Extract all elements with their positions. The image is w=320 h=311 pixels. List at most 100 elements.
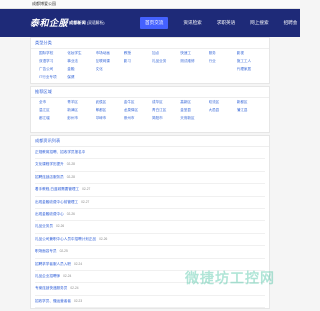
list-item[interactable]: 着手教程,白蓝城需要管理工 02-27 xyxy=(35,184,265,197)
region-link[interactable]: 武侯区 xyxy=(96,99,124,106)
nav-item-home[interactable]: 首页交流 xyxy=(140,17,169,29)
site-subtitle: 成都新闻 (双语解析) xyxy=(69,20,105,26)
news-title: 礼品公司兼职中心人员中招聘计划正品 xyxy=(35,236,97,241)
region-link[interactable] xyxy=(39,123,67,130)
category-link[interactable]: 教授 xyxy=(124,50,152,57)
region-link[interactable]: 成华区 xyxy=(152,99,180,106)
region-link[interactable]: 都江堰 xyxy=(39,115,67,122)
region-link[interactable] xyxy=(209,123,237,130)
category-link[interactable] xyxy=(180,66,208,73)
region-link[interactable]: 天府新区 xyxy=(180,115,208,122)
nav-item-jobfair[interactable]: 招聘会 xyxy=(284,20,298,26)
nav-item-online[interactable]: 网上搜索 xyxy=(250,20,268,26)
main-nav: 首页交流 资讯检索 求职英语 网上搜索 招聘会 xyxy=(140,9,312,37)
category-link[interactable] xyxy=(124,74,152,81)
category-link[interactable]: 快速工 xyxy=(180,50,208,57)
category-link[interactable]: 国际学校 xyxy=(39,50,67,57)
region-link[interactable]: 金牛区 xyxy=(124,99,152,106)
region-link[interactable] xyxy=(237,123,265,130)
region-section-title: 推荐区域 xyxy=(31,87,269,98)
region-link[interactable]: 彭州市 xyxy=(67,115,95,122)
region-link[interactable]: 金堂县 xyxy=(180,107,208,114)
category-link[interactable]: 礼品业务 xyxy=(152,58,180,65)
region-link[interactable]: 蒲江县 xyxy=(237,107,265,114)
news-title: 招聘连锁店服务员 xyxy=(35,174,64,179)
category-link[interactable]: 代理家居 xyxy=(237,66,265,73)
region-link[interactable]: 青羊区 xyxy=(67,99,95,106)
nav-item-search[interactable]: 资讯检索 xyxy=(183,20,201,26)
category-link[interactable]: 测试维修 xyxy=(180,58,208,65)
region-link[interactable]: 崇州市 xyxy=(124,115,152,122)
site-subtitle-bold: 成都新闻 xyxy=(69,20,86,25)
news-title: 出现金融收费中心 xyxy=(35,211,64,216)
category-link[interactable] xyxy=(96,74,124,81)
news-title: 正规教育招聘、招收学员报名中 xyxy=(35,150,86,154)
category-link[interactable]: 影视 xyxy=(237,50,265,57)
category-link[interactable]: 行业 xyxy=(209,58,237,65)
region-link[interactable]: 简阳市 xyxy=(152,115,180,122)
news-title: 招收学员、懂运营者者 xyxy=(35,298,71,303)
news-date: 02-24 xyxy=(70,286,79,291)
list-item[interactable]: 礼品公司兼职中心人员中招聘计划正品 02-26 xyxy=(35,234,265,247)
watermark-logo: 微捷坊工控网 xyxy=(185,271,275,287)
region-link[interactable]: 双流区 xyxy=(209,99,237,106)
list-item[interactable]: 职场面容专员 02-25 xyxy=(35,246,265,259)
region-link[interactable]: 新津区 xyxy=(67,107,95,114)
category-link[interactable] xyxy=(152,66,180,73)
category-link[interactable]: 广告公司 xyxy=(39,66,67,73)
category-link[interactable]: 金融 xyxy=(67,66,95,73)
category-link[interactable]: 市场动画 xyxy=(96,50,124,57)
region-link[interactable]: 高新区 xyxy=(180,99,208,106)
news-section-title: 成都资讯列表 xyxy=(31,136,269,147)
list-item[interactable]: 正规教育招聘、招收学员报名中 xyxy=(35,147,265,160)
nav-item-english[interactable]: 求职英语 xyxy=(217,20,235,26)
news-date: 02-25 xyxy=(59,249,68,254)
category-link[interactable] xyxy=(209,66,237,73)
region-link[interactable]: 邛崃市 xyxy=(96,115,124,122)
category-link[interactable] xyxy=(152,74,180,81)
category-link[interactable]: 文化 xyxy=(96,66,124,73)
category-link[interactable]: 施工工人 xyxy=(237,58,265,65)
region-link[interactable] xyxy=(152,123,180,130)
category-link[interactable] xyxy=(180,74,208,81)
region-link[interactable]: 大邑县 xyxy=(209,107,237,114)
category-link[interactable]: 加点 xyxy=(152,50,180,57)
category-link[interactable]: 保健 xyxy=(67,74,95,81)
category-link[interactable]: 服务 xyxy=(209,50,237,57)
list-item[interactable]: 招聘连锁店服务员 02-28 xyxy=(35,172,265,185)
news-title: 招聘求学者服人员入职 xyxy=(35,261,71,266)
category-link[interactable] xyxy=(209,74,237,81)
region-link[interactable] xyxy=(96,123,124,130)
region-link[interactable]: 新都区 xyxy=(237,99,265,106)
list-item[interactable]: 招收学员、懂运营者者 02-23 xyxy=(35,296,265,309)
list-item[interactable]: 出现金融收费中心 02-26 xyxy=(35,209,265,222)
category-link[interactable]: IT行业专项 xyxy=(39,74,67,81)
list-item[interactable]: 出现金融收费中心前管理工 02-27 xyxy=(35,197,265,209)
region-link[interactable]: 温江区 xyxy=(39,107,67,114)
region-link[interactable] xyxy=(124,123,152,130)
region-link[interactable]: 全市 xyxy=(39,99,67,106)
region-link[interactable] xyxy=(237,115,265,122)
category-link[interactable] xyxy=(237,74,265,81)
site-logo[interactable]: 泰和企服 xyxy=(30,16,68,29)
list-item[interactable]: 文化课程学历提升 02-28 xyxy=(35,159,265,172)
category-link[interactable] xyxy=(124,66,152,73)
category-link[interactable]: 事业法 xyxy=(67,58,95,65)
region-link[interactable] xyxy=(180,123,208,130)
region-link[interactable]: 龙泉驿区 xyxy=(124,107,152,114)
list-item[interactable]: 礼品业务员 02-26 xyxy=(35,221,265,234)
region-link[interactable] xyxy=(67,123,95,130)
region-link[interactable]: 青白江区 xyxy=(152,107,180,114)
region-link[interactable]: 郫都区 xyxy=(96,107,124,114)
news-date: 02-27 xyxy=(82,187,91,192)
category-link[interactable]: 化妆学生 xyxy=(67,50,95,57)
news-date: 02-26 xyxy=(99,236,108,241)
news-title: 文化课程学历提升 xyxy=(35,162,64,167)
news-date: 02-28 xyxy=(66,174,75,179)
category-link[interactable]: 影习 xyxy=(124,58,152,65)
news-title: 着手教程,白蓝城需要管理工 xyxy=(35,187,80,192)
news-date: 02-27 xyxy=(81,199,90,204)
category-link[interactable]: 互联网课 xyxy=(96,58,124,65)
category-link[interactable]: 双语学习 xyxy=(39,58,67,65)
region-link[interactable] xyxy=(209,115,237,122)
